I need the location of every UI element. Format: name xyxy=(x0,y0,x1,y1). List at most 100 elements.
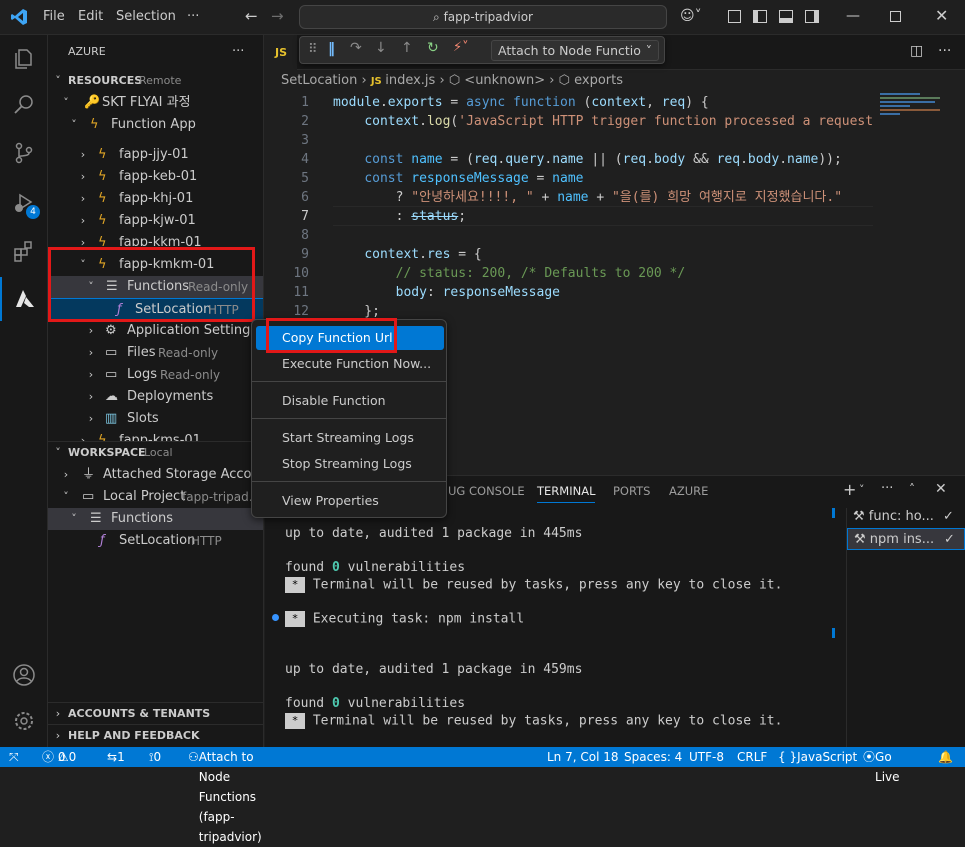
more-actions-icon[interactable]: ··· xyxy=(938,43,951,59)
function-app-icon: ϟ xyxy=(98,147,107,162)
restart-icon[interactable]: ↻ xyxy=(427,40,439,56)
source-control-icon[interactable] xyxy=(0,131,48,175)
maximize-icon[interactable] xyxy=(890,11,901,22)
menu-item-start-streaming-logs[interactable]: Start Streaming Logs xyxy=(256,426,444,450)
help-section[interactable]: › HELP AND FEEDBACK xyxy=(48,725,263,747)
subscription-item[interactable]: ˅ 🔑 SKT FLYAI 과정 xyxy=(48,92,263,114)
disconnect-icon[interactable]: ⚡˅ xyxy=(453,40,469,55)
breadcrumb-item[interactable]: exports xyxy=(574,73,623,88)
ws-function-item[interactable]: ƒ SetLocation HTTP xyxy=(48,530,263,552)
step-out-icon[interactable]: ↑ xyxy=(401,40,413,56)
menu-item-disable-function[interactable]: Disable Function xyxy=(256,389,444,413)
app-item[interactable]: › ϟ fapp-keb-01 xyxy=(48,166,263,188)
extensions-icon[interactable] xyxy=(0,229,48,273)
go-live[interactable]: ⦿ Go Live xyxy=(863,747,900,784)
resources-section[interactable]: ˅ RESOURCES Remote xyxy=(48,70,263,92)
breadcrumb-item[interactable]: SetLocation xyxy=(281,73,357,88)
new-terminal-icon[interactable]: + xyxy=(843,480,856,499)
drag-handle-icon[interactable]: ⠿ xyxy=(308,42,318,57)
slots-node[interactable]: › ▥ Slots xyxy=(48,408,263,430)
local-project-item[interactable]: ˅ ▭ Local Project fapp-tripad... xyxy=(48,486,263,508)
task-star-icon: * xyxy=(285,611,305,627)
accounts-section[interactable]: › ACCOUNTS & TENANTS xyxy=(48,703,263,725)
menu-file[interactable]: File xyxy=(43,9,65,24)
minimap[interactable] xyxy=(880,93,950,123)
logs-node[interactable]: › ▭ Logs Read-only xyxy=(48,364,263,386)
forward-arrow-icon[interactable]: → xyxy=(271,7,284,25)
editor-scrollbar[interactable] xyxy=(952,93,964,463)
app-item[interactable]: › ϟ fapp-jjy-01 xyxy=(48,144,263,166)
menu-item-execute-function[interactable]: Execute Function Now... xyxy=(256,352,444,376)
back-arrow-icon[interactable]: ← xyxy=(245,7,258,25)
command-center-search[interactable]: ⌕ fapp-tripadvior xyxy=(299,5,667,29)
workspace-section[interactable]: ˅ WORKSPACE Local xyxy=(48,442,263,464)
cursor-position[interactable]: Ln 7, Col 18 xyxy=(547,747,619,767)
toggle-secondary-sidebar-icon[interactable] xyxy=(805,10,819,23)
terminal-list-item[interactable]: ⚒ npm ins... ✓ xyxy=(847,528,965,550)
editor-tab[interactable]: JS xyxy=(265,35,297,70)
close-panel-icon[interactable]: ✕ xyxy=(935,481,947,497)
files-node[interactable]: › ▭ Files Read-only xyxy=(48,342,263,364)
problems-indicator[interactable]: ⓧ 0 ⚠ 0 xyxy=(42,747,76,767)
menu-edit[interactable]: Edit xyxy=(78,9,103,24)
breadcrumb-item[interactable]: <unknown> xyxy=(464,73,545,88)
ws-functions-node[interactable]: ˅ ☰ Functions xyxy=(48,508,263,530)
indentation[interactable]: Spaces: 4 xyxy=(624,747,682,767)
app-item[interactable]: › ϟ fapp-kms-01 xyxy=(48,430,263,441)
run-debug-icon[interactable]: 4 xyxy=(0,181,48,225)
app-item[interactable]: › ϟ fapp-kkm-01 xyxy=(48,232,263,246)
close-icon[interactable]: ✕ xyxy=(935,6,948,25)
toggle-panel-icon[interactable] xyxy=(779,10,793,23)
terminal-name: npm ins... xyxy=(869,532,935,547)
tab-terminal[interactable]: TERMINAL xyxy=(537,484,596,503)
toggle-sidebar-icon[interactable] xyxy=(753,10,767,23)
command-decoration-icon[interactable] xyxy=(272,614,279,621)
git-indicator[interactable]: ⇆ 1 xyxy=(107,747,125,767)
ports-indicator[interactable]: ⟟ 0 xyxy=(149,747,161,767)
attached-storage-item[interactable]: › ⏚ Attached Storage Accou... xyxy=(48,464,263,486)
menu-item-stop-streaming-logs[interactable]: Stop Streaming Logs xyxy=(256,452,444,476)
azure-icon[interactable] xyxy=(0,277,48,321)
settings-gear-icon[interactable] xyxy=(0,699,48,743)
deployments-node[interactable]: › ☁ Deployments xyxy=(48,386,263,408)
copilot-icon[interactable]: ☺˅ xyxy=(680,8,702,24)
menu-item-view-properties[interactable]: View Properties xyxy=(256,489,444,513)
pause-icon[interactable]: ‖ xyxy=(328,41,335,57)
tab-ports[interactable]: PORTS xyxy=(613,484,650,498)
app-settings-node[interactable]: › ⚙ Application Settings xyxy=(48,320,263,342)
language-label: JavaScript xyxy=(797,750,858,764)
tab-azure[interactable]: AZURE xyxy=(669,484,708,498)
breadcrumb-item[interactable]: index.js xyxy=(385,73,435,88)
split-editor-icon[interactable]: ◫ xyxy=(910,43,923,59)
code-content[interactable]: module.exports = async function (context… xyxy=(333,93,873,319)
terminal-text: Terminal will be reused by tasks, press … xyxy=(312,577,783,593)
tab-debug-console[interactable]: UG CONSOLE xyxy=(448,484,525,498)
more-actions-icon[interactable]: ··· xyxy=(881,481,893,496)
notifications-icon[interactable]: 🔔 xyxy=(938,747,953,767)
search-view-icon[interactable] xyxy=(0,83,48,127)
language-mode[interactable]: { } JavaScript xyxy=(778,747,857,767)
customize-layout-icon[interactable] xyxy=(728,10,741,23)
app-item[interactable]: › ϟ fapp-kjw-01 xyxy=(48,210,263,232)
step-over-icon[interactable]: ↷ xyxy=(350,40,362,56)
line-ending[interactable]: CRLF xyxy=(737,747,767,767)
accounts-icon[interactable] xyxy=(0,653,48,697)
debug-config-select[interactable]: Attach to Node Functio ˅ xyxy=(491,40,659,61)
encoding[interactable]: UTF-8 xyxy=(689,747,724,767)
line-number: 2 xyxy=(301,114,309,129)
menu-more[interactable]: ··· xyxy=(187,9,199,24)
sidebar-more-icon[interactable]: ··· xyxy=(232,41,262,63)
step-into-icon[interactable]: ↓ xyxy=(375,40,387,56)
function-app-group[interactable]: ˅ ϟ Function App xyxy=(48,114,263,136)
menu-selection[interactable]: Selection xyxy=(116,9,176,24)
maximize-panel-icon[interactable]: ˄ xyxy=(909,482,915,496)
minimize-icon[interactable]: — xyxy=(846,8,860,24)
app-item[interactable]: › ϟ fapp-khj-01 xyxy=(48,188,263,210)
explorer-icon[interactable] xyxy=(0,37,48,81)
chevron-down-icon[interactable]: ˅ xyxy=(859,483,865,496)
chevron-down-icon: ˅ xyxy=(71,118,77,131)
terminal-list-item[interactable]: ⚒ func: ho... ✓ xyxy=(847,506,965,528)
remote-icon[interactable]: ⤧ xyxy=(9,747,19,767)
debug-attach-status[interactable]: ⚇ Attach to Node Functions (fapp-tripadv… xyxy=(188,747,262,844)
chevron-right-icon: › xyxy=(80,236,86,246)
